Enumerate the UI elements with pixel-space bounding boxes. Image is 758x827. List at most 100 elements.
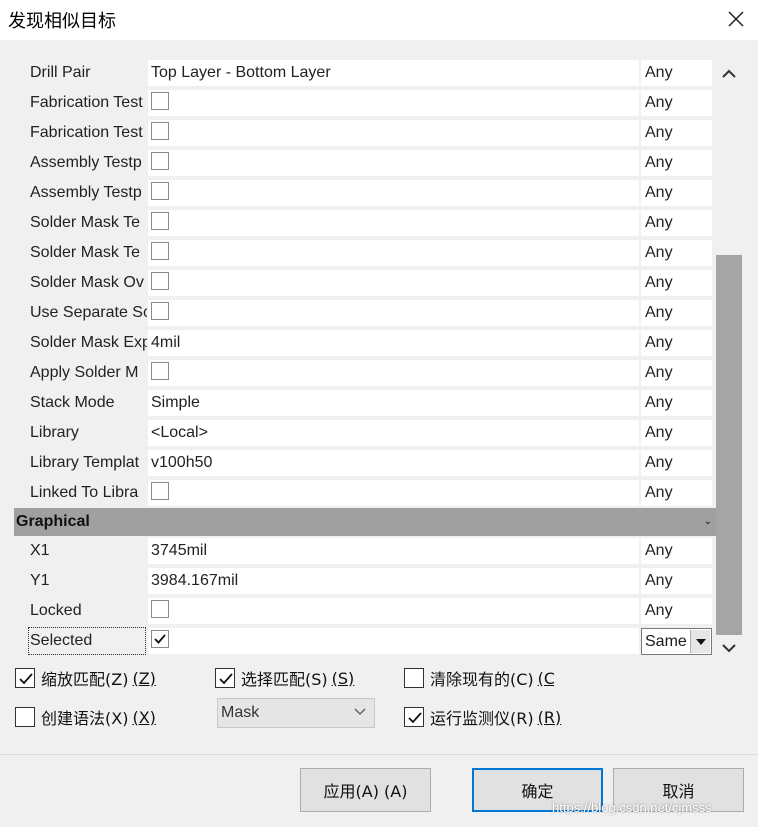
- close-button[interactable]: [720, 4, 752, 34]
- property-value-field[interactable]: 3984.167mil: [148, 568, 639, 594]
- property-name: Locked: [30, 602, 82, 619]
- property-checkbox[interactable]: [151, 272, 169, 291]
- zoom-match-checkbox[interactable]: 缩放匹配(Z) (Z): [15, 666, 156, 690]
- apply-button[interactable]: 应用(A) (A): [300, 768, 431, 812]
- collapse-toggle-icon[interactable]: ⌄: [704, 516, 712, 527]
- ok-button-label: 确定: [521, 782, 554, 801]
- property-name: Solder Mask Exp: [30, 334, 147, 351]
- match-field[interactable]: Any: [641, 538, 712, 564]
- property-value-checkbox-cell[interactable]: [148, 150, 639, 176]
- match-field[interactable]: Any: [641, 480, 712, 506]
- checkbox-box[interactable]: [404, 707, 424, 727]
- property-row: X1 3745mil Any: [14, 536, 716, 566]
- match-field[interactable]: Any: [641, 300, 712, 326]
- property-value-checkbox-cell[interactable]: [148, 300, 639, 326]
- checkmark-icon: [154, 634, 166, 645]
- property-name: Fabrication Test: [30, 124, 143, 141]
- match-field[interactable]: Any: [641, 180, 712, 206]
- mask-dropdown[interactable]: Mask: [217, 698, 375, 728]
- property-checkbox[interactable]: [151, 482, 169, 501]
- property-value-field[interactable]: Simple: [148, 390, 639, 416]
- property-checkbox[interactable]: [151, 212, 169, 231]
- property-checkbox[interactable]: [151, 242, 169, 261]
- property-row: Locked Any: [14, 596, 716, 626]
- match-field[interactable]: Any: [641, 450, 712, 476]
- property-checkbox[interactable]: [151, 302, 169, 321]
- property-name: Stack Mode: [30, 394, 115, 411]
- match-dropdown[interactable]: Same: [641, 628, 712, 655]
- property-value-checkbox-cell[interactable]: [148, 480, 639, 506]
- clear-existing-accel: (C: [537, 668, 554, 688]
- cancel-button-label: 取消: [662, 782, 695, 801]
- zoom-match-accel: (Z): [132, 668, 156, 688]
- property-name: Drill Pair: [30, 64, 91, 81]
- property-value-field[interactable]: Top Layer - Bottom Layer: [148, 60, 639, 86]
- property-value-checkbox-cell[interactable]: [148, 270, 639, 296]
- checkbox-box[interactable]: [15, 668, 35, 688]
- property-value-checkbox-cell[interactable]: [148, 120, 639, 146]
- property-name: Solder Mask Ov: [30, 274, 144, 291]
- property-row: Solder Mask Ov Any: [14, 268, 716, 298]
- property-checkbox[interactable]: [151, 92, 169, 111]
- property-value-checkbox-cell[interactable]: [148, 240, 639, 266]
- match-field[interactable]: Any: [641, 598, 712, 624]
- scroll-down-button[interactable]: [716, 636, 742, 660]
- property-value-checkbox-cell[interactable]: [148, 180, 639, 206]
- clear-existing-checkbox[interactable]: 清除现有的(C) (C: [404, 666, 554, 690]
- property-row: Assembly Testp Any: [14, 148, 716, 178]
- group-header-graphical[interactable]: Graphical ⌄: [14, 508, 716, 536]
- property-value-checkbox-cell[interactable]: [148, 360, 639, 386]
- property-value-checkbox-cell[interactable]: [148, 628, 639, 654]
- property-value-field[interactable]: v100h50: [148, 450, 639, 476]
- property-name: Fabrication Test: [30, 94, 143, 111]
- scroll-thumb[interactable]: [716, 255, 742, 635]
- match-field[interactable]: Any: [641, 330, 712, 356]
- match-field[interactable]: Any: [641, 90, 712, 116]
- select-match-checkbox[interactable]: 选择匹配(S) (S): [215, 666, 354, 690]
- run-inspector-checkbox[interactable]: 运行监测仪(R) (R): [404, 705, 561, 729]
- property-row: Use Separate Sc Any: [14, 298, 716, 328]
- property-row: Library <Local> Any: [14, 418, 716, 448]
- dropdown-arrow-button[interactable]: [690, 630, 710, 653]
- match-field[interactable]: Any: [641, 390, 712, 416]
- property-checkbox[interactable]: [151, 630, 169, 649]
- property-row: Linked To Libra Any: [14, 478, 716, 508]
- property-checkbox[interactable]: [151, 600, 169, 619]
- property-name: Selected: [14, 626, 147, 656]
- property-checkbox[interactable]: [151, 362, 169, 381]
- property-value-field[interactable]: 3745mil: [148, 538, 639, 564]
- match-field[interactable]: Any: [641, 360, 712, 386]
- property-value-checkbox-cell[interactable]: [148, 210, 639, 236]
- checkbox-box[interactable]: [215, 668, 235, 688]
- property-value-checkbox-cell[interactable]: [148, 598, 639, 624]
- watermark-text: https://blog.csdn.net/cjmsss: [552, 800, 712, 815]
- checkbox-box[interactable]: [404, 668, 424, 688]
- match-field[interactable]: Any: [641, 120, 712, 146]
- checkmark-icon: [219, 673, 233, 685]
- property-name: Library Templat: [30, 454, 140, 471]
- match-field[interactable]: Any: [641, 568, 712, 594]
- property-row: Apply Solder M Any: [14, 358, 716, 388]
- property-checkbox[interactable]: [151, 152, 169, 171]
- chevron-down-icon: [354, 708, 366, 715]
- property-row: Solder Mask Te Any: [14, 208, 716, 238]
- property-value-checkbox-cell[interactable]: [148, 90, 639, 116]
- button-area-separator: [0, 754, 758, 755]
- vertical-scrollbar[interactable]: [716, 58, 742, 660]
- match-field[interactable]: Any: [641, 270, 712, 296]
- create-expression-checkbox[interactable]: 创建语法(X) (X): [15, 705, 156, 729]
- property-row: Solder Mask Exp 4mil Any: [14, 328, 716, 358]
- group-label: Graphical: [16, 513, 90, 530]
- property-value-field[interactable]: <Local>: [148, 420, 639, 446]
- scroll-up-button[interactable]: [716, 62, 742, 86]
- property-value-field[interactable]: 4mil: [148, 330, 639, 356]
- match-field[interactable]: Any: [641, 420, 712, 446]
- match-field[interactable]: Any: [641, 240, 712, 266]
- property-checkbox[interactable]: [151, 122, 169, 141]
- match-field[interactable]: Any: [641, 60, 712, 86]
- checkbox-box[interactable]: [15, 707, 35, 727]
- property-name: Use Separate Sc: [30, 304, 147, 321]
- property-checkbox[interactable]: [151, 182, 169, 201]
- match-field[interactable]: Any: [641, 150, 712, 176]
- match-field[interactable]: Any: [641, 210, 712, 236]
